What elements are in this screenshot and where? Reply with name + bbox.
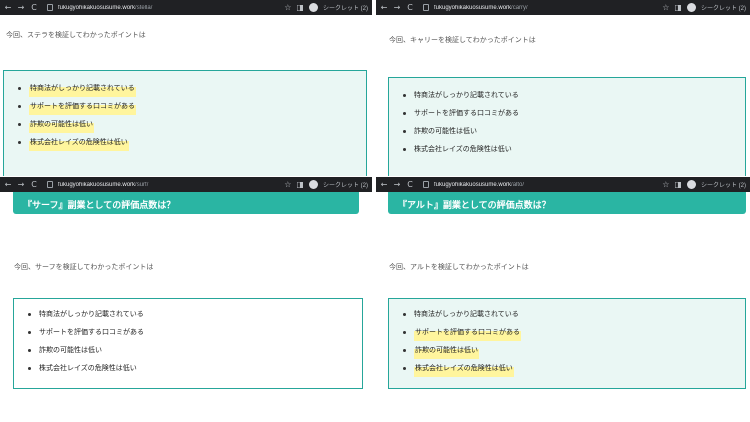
address-bar[interactable]: fukugyohikakuosusume.work/alto/ (434, 182, 657, 188)
page-content: 今回、ステラを検証してわかったポイントは 特商法がしっかり記載されている サポー… (0, 15, 372, 176)
back-button[interactable]: ← (380, 177, 388, 192)
panel-surf: ← → C fukugyohikakuosusume.work/surf/ ☆ … (0, 177, 372, 422)
list-item: 特商法がしっかり記載されている (28, 305, 362, 323)
incognito-avatar-icon[interactable] (686, 180, 696, 189)
back-button[interactable]: ← (4, 0, 12, 15)
address-bar[interactable]: fukugyohikakuosusume.work/surf/ (58, 182, 279, 188)
incognito-avatar-icon[interactable] (686, 3, 696, 12)
browser-toolbar: ← → C fukugyohikakuosusume.work/surf/ ☆ … (0, 177, 372, 192)
list-item: 株式会社レイズの危険性は低い (403, 359, 745, 377)
intro-text: 今回、サーフを検証してわかったポイントは (14, 263, 154, 271)
list-item: 株式会社レイズの危険性は低い (18, 133, 366, 151)
forward-button[interactable]: → (393, 0, 401, 15)
point-text: サポートを評価する口コミがある (414, 323, 521, 341)
point-text: 詐欺の可能性は低い (414, 341, 479, 359)
incognito-label[interactable]: シークレット (2) (323, 3, 368, 12)
points-box: 特商法がしっかり記載されている サポートを評価する口コミがある 詐欺の可能性は低… (388, 298, 746, 389)
point-text: 特商法がしっかり記載されている (414, 91, 519, 99)
bookmark-star-icon[interactable]: ☆ (284, 0, 291, 15)
section-heading: 『サーフ』副業としての評価点数は？ (13, 192, 359, 214)
incognito-avatar-icon[interactable] (308, 3, 318, 12)
url-path: /surf/ (135, 181, 149, 188)
forward-button[interactable]: → (17, 177, 25, 192)
url-path: /stella/ (135, 4, 153, 11)
incognito-label[interactable]: シークレット (2) (701, 180, 746, 189)
side-panel-icon[interactable]: ◨ (674, 0, 682, 15)
back-button[interactable]: ← (4, 177, 12, 192)
incognito-label[interactable]: シークレット (2) (701, 3, 746, 12)
bookmark-star-icon[interactable]: ☆ (662, 177, 669, 192)
points-box: 特商法がしっかり記載されている サポートを評価する口コミがある 詐欺の可能性は低… (3, 70, 367, 176)
page-content: 今回、キャリーを検証してわかったポイントは 特商法がしっかり記載されている サポ… (376, 15, 750, 176)
incognito-label[interactable]: シークレット (2) (323, 180, 368, 189)
url-path: /carry/ (511, 4, 528, 11)
address-bar[interactable]: fukugyohikakuosusume.work/stella/ (58, 5, 279, 11)
list-item: サポートを評価する口コミがある (18, 97, 366, 115)
list-item: 詐欺の可能性は低い (28, 341, 362, 359)
list-item: 詐欺の可能性は低い (403, 341, 745, 359)
section-heading: 『アルト』副業としての評価点数は？ (388, 192, 746, 214)
browser-toolbar: ← → C fukugyohikakuosusume.work/alto/ ☆ … (376, 177, 750, 192)
points-box: 特商法がしっかり記載されている サポートを評価する口コミがある 詐欺の可能性は低… (13, 298, 363, 389)
point-text: サポートを評価する口コミがある (414, 109, 519, 117)
side-panel-icon[interactable]: ◨ (674, 177, 682, 192)
url-path: /alto/ (511, 181, 525, 188)
list-item: 特商法がしっかり記載されている (18, 79, 366, 97)
intro-text: 今回、キャリーを検証してわかったポイントは (389, 36, 536, 44)
bookmark-star-icon[interactable]: ☆ (662, 0, 669, 15)
list-item: サポートを評価する口コミがある (403, 323, 745, 341)
url-domain: fukugyohikakuosusume.work (434, 4, 512, 11)
incognito-avatar-icon[interactable] (308, 180, 318, 189)
lock-icon (423, 4, 429, 11)
forward-button[interactable]: → (393, 177, 401, 192)
page-content: 『アルト』副業としての評価点数は？ 今回、アルトを検証してわかったポイントは 特… (376, 192, 750, 422)
browser-toolbar: ← → C fukugyohikakuosusume.work/stella/ … (0, 0, 372, 15)
point-text: 特商法がしっかり記載されている (29, 79, 136, 97)
lock-icon (47, 4, 53, 11)
url-domain: fukugyohikakuosusume.work (58, 4, 136, 11)
panel-stella: ← → C fukugyohikakuosusume.work/stella/ … (0, 0, 372, 176)
point-text: 株式会社レイズの危険性は低い (29, 133, 129, 151)
bookmark-star-icon[interactable]: ☆ (284, 177, 291, 192)
side-panel-icon[interactable]: ◨ (296, 0, 304, 15)
point-text: 詐欺の可能性は低い (39, 346, 102, 354)
screenshot-grid: ← → C fukugyohikakuosusume.work/stella/ … (0, 0, 750, 422)
forward-button[interactable]: → (17, 0, 25, 15)
point-text: サポートを評価する口コミがある (39, 328, 144, 336)
point-text: 株式会社レイズの危険性は低い (39, 364, 137, 372)
reload-button[interactable]: C (30, 177, 38, 192)
url-domain: fukugyohikakuosusume.work (434, 181, 512, 188)
point-text: 特商法がしっかり記載されている (39, 310, 144, 318)
list-item: 特商法がしっかり記載されている (403, 86, 745, 104)
panel-alto: ← → C fukugyohikakuosusume.work/alto/ ☆ … (376, 177, 750, 422)
points-box: 特商法がしっかり記載されている サポートを評価する口コミがある 詐欺の可能性は低… (388, 77, 746, 176)
url-domain: fukugyohikakuosusume.work (58, 181, 136, 188)
back-button[interactable]: ← (380, 0, 388, 15)
point-text: サポートを評価する口コミがある (29, 97, 136, 115)
side-panel-icon[interactable]: ◨ (296, 177, 304, 192)
reload-button[interactable]: C (30, 0, 38, 15)
list-item: 詐欺の可能性は低い (18, 115, 366, 133)
point-text: 詐欺の可能性は低い (29, 115, 94, 133)
lock-icon (47, 181, 53, 188)
point-text: 株式会社レイズの危険性は低い (414, 145, 512, 153)
list-item: 株式会社レイズの危険性は低い (403, 140, 745, 158)
list-item: 特商法がしっかり記載されている (403, 305, 745, 323)
lock-icon (423, 181, 429, 188)
page-content: 『サーフ』副業としての評価点数は？ 今回、サーフを検証してわかったポイントは 特… (0, 192, 372, 422)
list-item: 株式会社レイズの危険性は低い (28, 359, 362, 377)
point-text: 株式会社レイズの危険性は低い (414, 359, 514, 377)
address-bar[interactable]: fukugyohikakuosusume.work/carry/ (434, 5, 657, 11)
point-text: 特商法がしっかり記載されている (414, 310, 519, 318)
intro-text: 今回、アルトを検証してわかったポイントは (389, 263, 529, 271)
intro-text: 今回、ステラを検証してわかったポイントは (6, 31, 146, 39)
panel-carry: ← → C fukugyohikakuosusume.work/carry/ ☆… (376, 0, 750, 176)
browser-toolbar: ← → C fukugyohikakuosusume.work/carry/ ☆… (376, 0, 750, 15)
list-item: 詐欺の可能性は低い (403, 122, 745, 140)
reload-button[interactable]: C (406, 0, 414, 15)
point-text: 詐欺の可能性は低い (414, 127, 477, 135)
list-item: サポートを評価する口コミがある (403, 104, 745, 122)
list-item: サポートを評価する口コミがある (28, 323, 362, 341)
reload-button[interactable]: C (406, 177, 414, 192)
